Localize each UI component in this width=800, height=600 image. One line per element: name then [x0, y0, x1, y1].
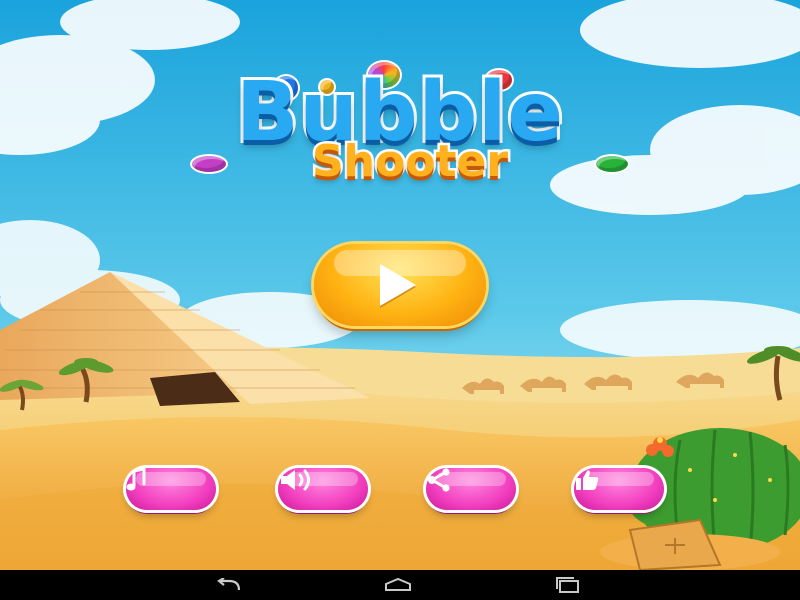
back-button[interactable]	[208, 574, 248, 596]
game-subtitle: Shooter	[309, 136, 510, 187]
music-button[interactable]	[126, 468, 216, 510]
speaker-icon	[281, 469, 310, 491]
share-icon	[428, 468, 450, 492]
home-icon	[385, 578, 411, 591]
system-navigation-bar	[0, 570, 800, 600]
recent-apps-icon	[556, 577, 579, 593]
music-note-icon	[126, 468, 146, 491]
back-arrow-icon	[217, 578, 241, 591]
bubble-decoration	[192, 156, 226, 172]
game-scene: Bubble Shooter	[0, 0, 800, 570]
bubble-decoration	[596, 156, 628, 172]
share-button[interactable]	[426, 468, 516, 510]
like-button[interactable]	[574, 468, 664, 510]
play-icon	[380, 264, 416, 306]
play-button[interactable]	[314, 244, 486, 326]
home-button[interactable]	[378, 574, 418, 596]
sound-button[interactable]	[278, 468, 368, 510]
recent-apps-button[interactable]	[548, 574, 588, 596]
thumbs-up-icon	[576, 470, 599, 490]
game-logo: Bubble Shooter	[0, 0, 800, 200]
